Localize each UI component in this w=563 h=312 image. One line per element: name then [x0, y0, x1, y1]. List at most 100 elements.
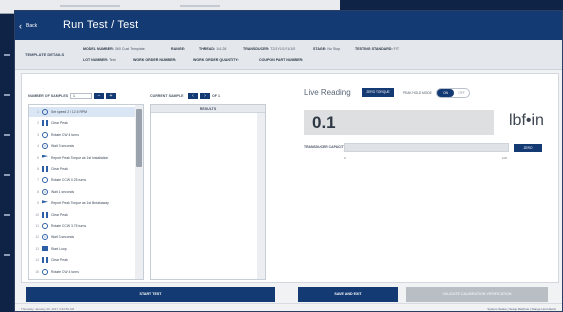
- current-sample-increment-button[interactable]: ›: [200, 93, 210, 99]
- step-row[interactable]: 5 Report Peak Torque as 1st Installation: [29, 153, 137, 163]
- detail-value: Test: [109, 58, 116, 62]
- results-scrollbar[interactable]: [257, 113, 265, 279]
- scrollbar-thumb[interactable]: [136, 109, 142, 167]
- back-label: Back: [26, 23, 38, 29]
- step-text: Rotate CW 4 turns: [51, 269, 79, 274]
- step-number: 13: [35, 246, 39, 251]
- results-list[interactable]: RESULTS: [150, 104, 266, 280]
- detail-work-order-number: WORK ORDER NUMBER:: [133, 58, 176, 62]
- clock-icon: [42, 234, 48, 241]
- step-row[interactable]: 11 Rotate CCW 3.75 turns: [29, 221, 137, 231]
- samples-input[interactable]: 1: [70, 93, 92, 99]
- step-row[interactable]: 15 Rotate CW 4 turns: [29, 267, 137, 277]
- samples-stepper[interactable]: 1 − +: [70, 93, 116, 99]
- capacity-max: 100: [502, 156, 508, 160]
- back-button[interactable]: ‹ Back: [19, 19, 37, 33]
- step-number: 8: [37, 189, 39, 194]
- current-sample-label: CURRENT SAMPLE: [150, 94, 184, 98]
- detail-label: WORK ORDER NUMBER:: [133, 58, 177, 62]
- detail-transducer: TRANSDUCER: T2/1Y1/1Y1/1/0: [243, 47, 295, 51]
- toggle-off[interactable]: OFF: [454, 89, 469, 97]
- bars-icon: [42, 120, 48, 127]
- flag-icon: [42, 200, 48, 204]
- capacity-bar: [344, 143, 509, 152]
- sidebar-tick: [4, 254, 10, 256]
- sidebar-tick: [4, 174, 10, 176]
- chevron-left-icon: ‹: [19, 20, 22, 31]
- capacity-label: TRANSDUCER CAPACITY: [304, 145, 346, 149]
- footer-timestamp: Thursday, January 26, 2017 4:34:56 AM: [21, 307, 75, 311]
- step-text: Report Peak Torque as 1st Installation: [51, 155, 109, 160]
- detail-stage: STAGE: No Stop: [313, 47, 340, 51]
- step-row[interactable]: 2 Clear Peak: [29, 118, 137, 128]
- step-row[interactable]: 9 Report Peak Torque as 1st Breakaway: [29, 198, 137, 208]
- step-row[interactable]: 3 Rotate CW 4 turns: [29, 130, 137, 140]
- peak-hold-toggle[interactable]: ON OFF: [436, 88, 470, 98]
- footer-links[interactable]: System Status | Setup Machine | Range Li…: [487, 307, 556, 311]
- step-row[interactable]: 6 Clear Peak: [29, 164, 137, 174]
- step-text: Clear Peak: [51, 258, 68, 263]
- step-text: Clear Peak: [51, 212, 68, 217]
- detail-label: COUPON PART NUMBER:: [259, 58, 304, 62]
- folder-icon: [42, 246, 48, 252]
- app-window: ‹ Back Run Test / Test TEMPLATE DETAILS …: [14, 10, 563, 312]
- step-number: 4: [37, 144, 39, 149]
- step-number: 9: [37, 201, 39, 206]
- page-title: Run Test / Test: [63, 19, 139, 31]
- detail-label: THREAD:: [199, 47, 216, 51]
- background-line: [180, 5, 220, 7]
- dial-icon: [42, 223, 48, 229]
- step-row[interactable]: 12 Wait 3 seconds: [29, 232, 137, 242]
- detail-value: 360 Cust Template: [114, 47, 145, 51]
- current-sample-decrement-button[interactable]: ‹: [188, 93, 198, 99]
- samples-increment-button[interactable]: +: [106, 93, 116, 99]
- step-row[interactable]: 10 Clear Peak: [29, 210, 137, 220]
- detail-label: LOT NUMBER:: [83, 58, 109, 62]
- step-number: 11: [35, 224, 39, 228]
- results-header: RESULTS: [151, 105, 265, 113]
- step-number: 1: [37, 110, 39, 114]
- toggle-on[interactable]: ON: [437, 89, 454, 97]
- detail-thread: THREAD: 1/4-28: [199, 47, 226, 51]
- dial-icon: [42, 177, 48, 184]
- detail-label: WORK ORDER QUANTITY:: [193, 58, 239, 62]
- sidebar-tick: [4, 214, 10, 216]
- clock-icon: [42, 143, 48, 150]
- step-row[interactable]: 13 Start Loop: [29, 244, 137, 254]
- step-list[interactable]: 1 Set speed 2 / 12.5 RPM 2 Clear Peak 3 Rotat…: [28, 104, 144, 280]
- detail-label: RANGE:: [171, 47, 186, 51]
- detail-work-order-quantity: WORK ORDER QUANTITY:: [193, 58, 239, 62]
- sidebar-tick: [4, 94, 10, 96]
- start-test-button[interactable]: START TEST: [26, 287, 275, 302]
- detail-model-number: MODEL NUMBER: 360 Cust Template: [83, 47, 145, 51]
- live-reading-title: Live Reading: [304, 88, 351, 97]
- step-text: Clear Peak: [51, 167, 68, 171]
- save-exit-button[interactable]: SAVE AND EXIT: [298, 287, 398, 302]
- step-row[interactable]: 14 Clear Peak: [29, 255, 137, 265]
- detail-testing-standard: TESTING STANDARD: FIT: [355, 47, 399, 51]
- step-number: 5: [37, 155, 39, 160]
- samples-decrement-button[interactable]: −: [94, 93, 104, 99]
- step-list-scrollbar[interactable]: [135, 105, 143, 279]
- zero-button[interactable]: ZERO: [514, 144, 542, 152]
- validate-calibration-button[interactable]: VALIDATE CALIBRATION VERIFICATION: [406, 287, 548, 302]
- step-number: 10: [35, 212, 39, 217]
- step-row[interactable]: 1 Set speed 2 / 12.5 RPM: [29, 107, 137, 117]
- step-text: Wait 1 seconds: [51, 189, 75, 194]
- bars-icon: [42, 211, 48, 218]
- zero-torque-button[interactable]: ZERO TORQUE: [362, 88, 394, 97]
- detail-value: FIT: [393, 47, 400, 51]
- step-row[interactable]: 7 Rotate CCW 0.25 turns: [29, 175, 137, 185]
- bars-icon: [42, 257, 48, 264]
- samples-label: NUMBER OF SAMPLES: [28, 94, 69, 98]
- step-number: 3: [37, 132, 39, 137]
- footer: Thursday, January 26, 2017 4:34:56 AM Sy…: [15, 303, 562, 311]
- step-row[interactable]: 4 Wait 3 seconds: [29, 141, 137, 151]
- dial-icon: [42, 268, 48, 275]
- detail-label: STAGE:: [313, 47, 327, 51]
- detail-value: T2/1Y1/1Y1/1/0: [270, 47, 296, 51]
- step-text: Rotate CW 4 turns: [51, 132, 79, 137]
- step-row[interactable]: 8 Wait 1 seconds: [29, 187, 137, 197]
- current-sample-stepper[interactable]: ‹ ›: [186, 93, 210, 99]
- current-sample-total: OF 1: [212, 94, 220, 98]
